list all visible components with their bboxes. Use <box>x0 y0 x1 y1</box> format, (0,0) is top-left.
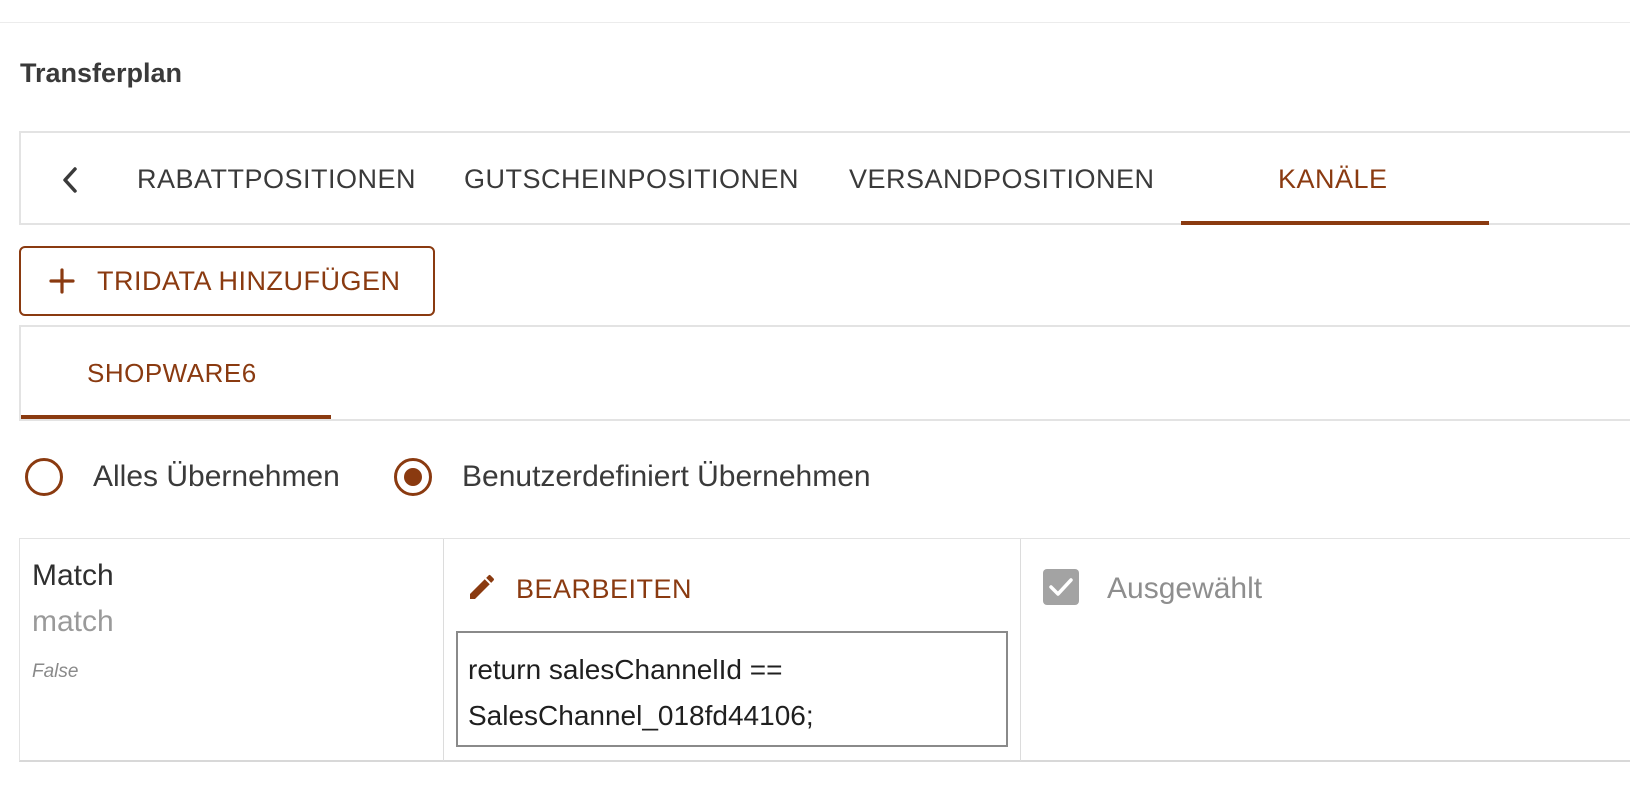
add-tridata-button[interactable]: TRIDATA HINZUFÜGEN <box>19 246 435 316</box>
chevron-left-icon[interactable] <box>59 163 81 197</box>
radio-checked-icon <box>394 458 432 496</box>
channel-tab-indicator <box>21 415 331 419</box>
edit-button[interactable]: BEARBEITEN <box>466 569 692 609</box>
field-cell: Match match False <box>20 539 444 761</box>
radio-unchecked-icon <box>25 458 63 496</box>
tab-versandpositionen[interactable]: VERSANDPOSITIONEN <box>849 133 1155 225</box>
tab-rabattpositionen[interactable]: RABATTPOSITIONEN <box>137 133 416 225</box>
tab-bar: RABATTPOSITIONEN GUTSCHEINPOSITIONEN VER… <box>19 131 1630 225</box>
field-default-value: False <box>32 661 79 682</box>
field-key: match <box>32 605 114 638</box>
edit-label: BEARBEITEN <box>516 573 693 604</box>
plus-icon <box>47 266 77 296</box>
add-tridata-label: TRIDATA HINZUFÜGEN <box>97 265 401 296</box>
expression-code[interactable]: return salesChannelId == SalesChannel_01… <box>456 631 1008 747</box>
radio-alles-uebernehmen[interactable]: Alles Übernehmen <box>25 455 340 499</box>
field-title: Match <box>32 559 114 592</box>
active-tab-indicator <box>1181 221 1489 225</box>
checkbox-label: Ausgewählt <box>1107 572 1263 605</box>
pencil-icon <box>466 571 498 608</box>
radio-benutzerdefiniert-uebernehmen[interactable]: Benutzerdefiniert Übernehmen <box>394 455 871 499</box>
tab-shopware6[interactable]: SHOPWARE6 <box>87 327 257 419</box>
radio-label: Alles Übernehmen <box>93 460 340 493</box>
checkbox-checked-icon[interactable] <box>1043 569 1079 605</box>
top-divider <box>0 22 1630 23</box>
section-title: Transferplan <box>20 58 183 88</box>
mapping-table: Match match False BEARBEITEN return sale… <box>19 538 1630 762</box>
tab-gutscheinpositionen[interactable]: GUTSCHEINPOSITIONEN <box>464 133 799 225</box>
channel-tab-bar: SHOPWARE6 <box>19 325 1630 421</box>
radio-label: Benutzerdefiniert Übernehmen <box>462 460 871 493</box>
tab-kanaele[interactable]: KANÄLE <box>1278 133 1388 225</box>
selection-cell: Ausgewählt <box>1021 539 1630 761</box>
expression-cell: BEARBEITEN return salesChannelId == Sale… <box>444 539 1021 761</box>
